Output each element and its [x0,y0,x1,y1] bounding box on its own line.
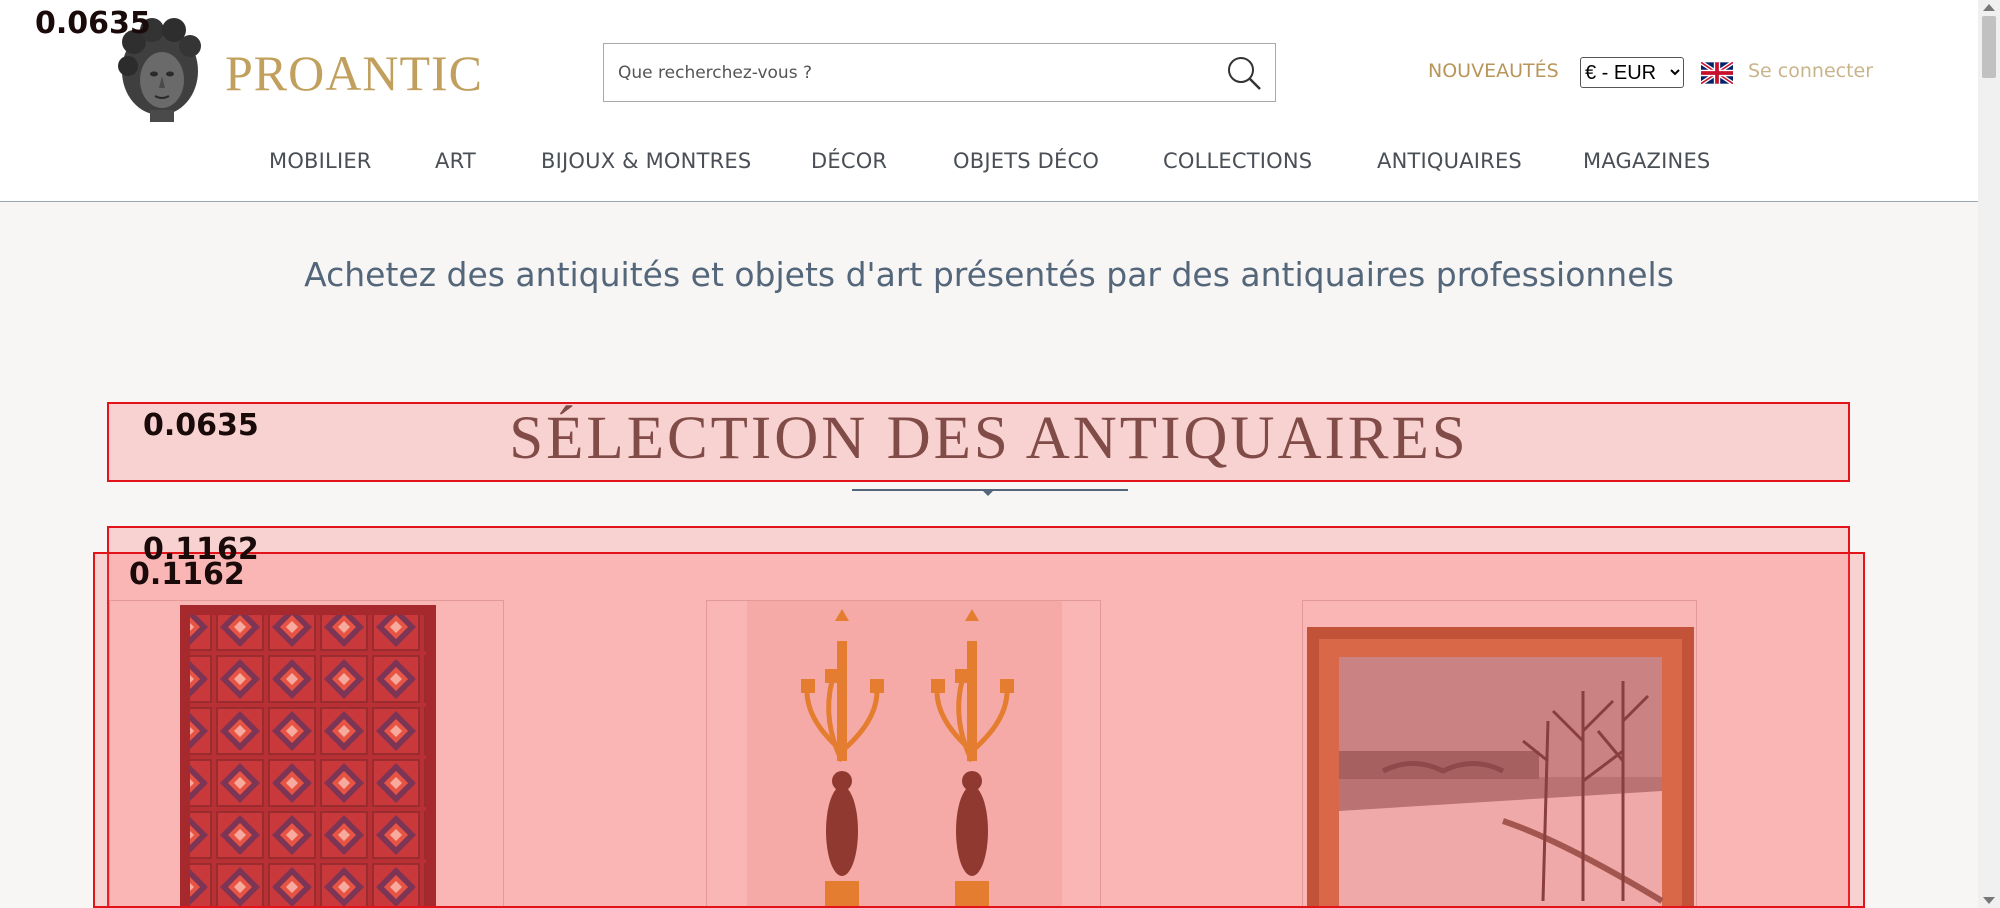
main-nav: MOBILIER ART BIJOUX & MONTRES DÉCOR OBJE… [0,149,1978,179]
overlay-label-band-2: 0.1162 [129,557,245,592]
search-icon [1228,57,1261,90]
new-arrivals-link[interactable]: NOUVEAUTÉS [1428,60,1559,82]
scroll-thumb[interactable] [1982,16,1996,78]
nav-item-mobilier[interactable]: MOBILIER [269,149,372,173]
page-scrollbar[interactable] [1978,0,2000,908]
uk-flag-icon[interactable] [1701,62,1733,84]
overlay-box-title [107,402,1850,482]
nav-item-bijoux-montres[interactable]: BIJOUX & MONTRES [541,149,751,173]
nav-item-art[interactable]: ART [435,149,476,173]
overlay-box-band-2 [93,552,1865,908]
overlay-label-corner: 0.0635 [35,6,151,41]
search-button[interactable] [1223,52,1265,94]
search-input[interactable] [618,44,1198,101]
nav-item-objets-deco[interactable]: OBJETS DÉCO [953,149,1099,173]
scroll-down-arrow[interactable] [1983,897,1995,904]
overlay-label-title: 0.0635 [143,408,259,443]
currency-select[interactable]: € - EUR [1580,57,1684,88]
divider-arrow [981,489,995,496]
nav-item-magazines[interactable]: MAGAZINES [1583,149,1710,173]
login-link[interactable]: Se connecter [1748,60,1873,82]
nav-item-decor[interactable]: DÉCOR [811,149,887,173]
nav-item-antiquaires[interactable]: ANTIQUAIRES [1377,149,1522,173]
nav-item-collections[interactable]: COLLECTIONS [1163,149,1312,173]
brand-name[interactable]: PROANTIC [225,44,483,102]
site-header: PROANTIC NOUVEAUTÉS € - EUR Se connecter… [0,0,1978,202]
tagline: Achetez des antiquités et objets d'art p… [304,255,1674,294]
search-bar [603,43,1276,102]
scroll-up-arrow[interactable] [1983,4,1995,11]
